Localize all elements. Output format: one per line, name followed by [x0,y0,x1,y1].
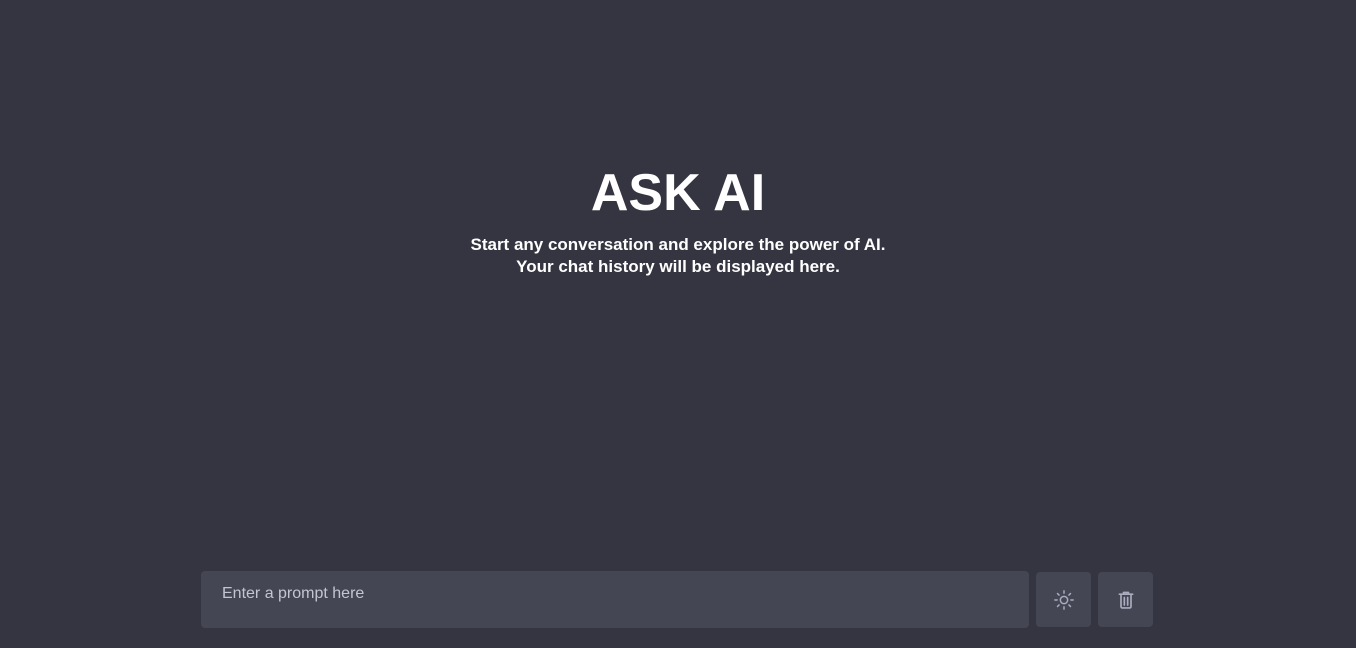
sun-icon [1053,589,1075,611]
page-title: ASK AI [590,164,766,222]
prompt-input[interactable] [201,571,1029,628]
prompt-bar [201,571,1153,628]
trash-icon [1116,590,1136,610]
theme-toggle-button[interactable] [1036,572,1091,627]
delete-chats-button[interactable] [1098,572,1153,627]
subtitle-line-1: Start any conversation and explore the p… [470,235,886,254]
welcome-section: ASK AI Start any conversation and explor… [0,162,1356,278]
chat-page: ASK AI Start any conversation and explor… [0,0,1356,648]
subtitle-line-2: Your chat history will be displayed here… [516,257,840,276]
welcome-subtitle: Start any conversation and explore the p… [0,234,1356,278]
